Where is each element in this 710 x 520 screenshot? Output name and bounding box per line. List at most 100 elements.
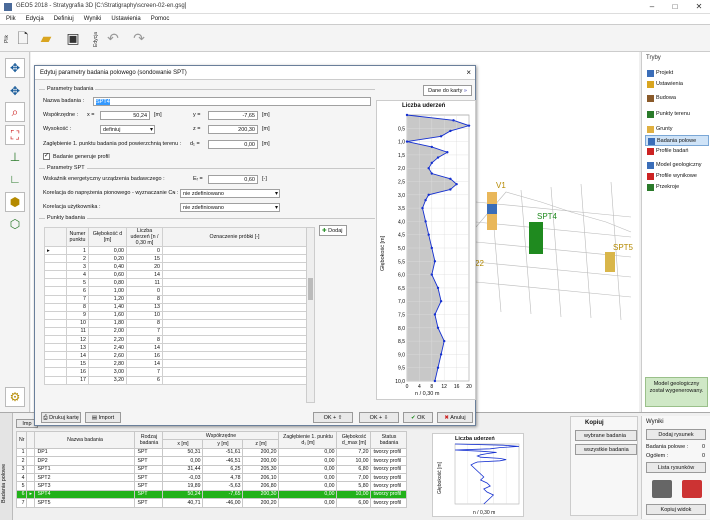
point-number[interactable]: 13 bbox=[66, 343, 89, 353]
mode-przekroje[interactable]: Przekroje bbox=[645, 182, 709, 193]
import-button[interactable]: ▤ Import bbox=[85, 412, 121, 423]
ok-plus-down-button[interactable]: OK + ⇩ bbox=[359, 412, 399, 423]
sample-mark[interactable] bbox=[162, 310, 307, 320]
point-row[interactable]: 3 0,40 20 bbox=[44, 262, 307, 272]
field-test-cell[interactable]: tworzy profil bbox=[370, 447, 408, 458]
ok-button[interactable]: ✔ OK bbox=[403, 412, 433, 423]
sample-mark[interactable] bbox=[162, 359, 307, 369]
point-number[interactable]: 7 bbox=[66, 294, 89, 304]
field-test-cell[interactable]: -0,03 bbox=[162, 472, 204, 483]
pan-tool-icon[interactable]: ✥ bbox=[5, 82, 25, 102]
field-test-cell[interactable]: 4,78 bbox=[202, 472, 244, 483]
menu-edycja[interactable]: Edycja bbox=[20, 14, 48, 22]
row-indicator[interactable] bbox=[44, 262, 67, 272]
cancel-button[interactable]: ✖ Anuluj bbox=[437, 412, 473, 423]
field-test-cell[interactable]: 19,89 bbox=[162, 481, 204, 491]
field-test-cell[interactable]: 6,00 bbox=[336, 498, 372, 508]
move-tool-icon[interactable]: ✥ bbox=[5, 58, 25, 78]
point-row[interactable]: 5 0,80 11 bbox=[44, 278, 307, 288]
row-indicator[interactable] bbox=[44, 310, 67, 320]
point-number[interactable]: 9 bbox=[66, 310, 89, 320]
field-test-cell[interactable] bbox=[26, 456, 36, 466]
add-figure-button[interactable]: Dodaj rysunek bbox=[646, 429, 706, 440]
field-test-cell[interactable]: tworzy profil bbox=[370, 498, 408, 508]
field-test-cell[interactable]: 200,30 bbox=[242, 489, 280, 500]
point-number[interactable]: 14 bbox=[66, 351, 89, 361]
height-mode-select[interactable]: definiuj bbox=[100, 125, 155, 134]
row-indicator[interactable] bbox=[44, 351, 67, 361]
row-indicator[interactable] bbox=[44, 367, 67, 377]
mode-grunty[interactable]: Grunty bbox=[645, 124, 709, 135]
field-test-cell[interactable]: 200,20 bbox=[242, 498, 280, 508]
row-indicator[interactable] bbox=[44, 318, 67, 328]
field-test-cell[interactable]: SPT5 bbox=[34, 498, 136, 508]
field-test-cell[interactable]: ▸ bbox=[26, 489, 36, 500]
mode-profile-wynikowe[interactable]: Profile wynikowe bbox=[645, 171, 709, 182]
sample-mark[interactable] bbox=[162, 335, 307, 345]
field-test-cell[interactable]: SPT bbox=[134, 481, 164, 491]
point-number[interactable]: 3 bbox=[66, 262, 89, 272]
field-test-cell[interactable]: 0,00 bbox=[278, 464, 338, 474]
point-depth[interactable]: 1,40 bbox=[88, 302, 127, 312]
sample-mark[interactable] bbox=[162, 294, 307, 304]
sample-mark[interactable] bbox=[162, 367, 307, 377]
sample-mark[interactable] bbox=[162, 351, 307, 361]
field-test-row[interactable]: 7 SPT5 SPT 40,71 -46,00 200,20 0,00 6,00 tworzy … bbox=[15, 498, 408, 508]
settings-gear-icon[interactable]: ⚙ bbox=[5, 387, 25, 407]
sample-mark[interactable] bbox=[162, 245, 307, 256]
field-test-cell[interactable]: SPT bbox=[134, 498, 164, 508]
point-row[interactable]: 2 0,20 15 bbox=[44, 254, 307, 264]
point-row[interactable]: 13 2,40 14 bbox=[44, 343, 307, 353]
field-test-cell[interactable]: SPT1 bbox=[34, 464, 136, 474]
point-count[interactable]: 20 bbox=[126, 262, 163, 272]
field-test-cell[interactable]: 7,20 bbox=[336, 447, 372, 458]
maximize-button[interactable]: □ bbox=[664, 0, 686, 14]
field-test-cell[interactable]: tworzy profil bbox=[370, 481, 408, 491]
save-icon[interactable]: ▣ bbox=[64, 29, 82, 47]
point-depth[interactable]: 0,80 bbox=[88, 278, 127, 288]
point-count[interactable]: 7 bbox=[126, 367, 163, 377]
field-test-cell[interactable]: 10,00 bbox=[336, 489, 372, 500]
point-number[interactable]: 2 bbox=[66, 254, 89, 264]
axis-2d-icon[interactable]: ∟ bbox=[5, 170, 25, 190]
row-indicator[interactable] bbox=[44, 254, 67, 264]
field-test-row[interactable]: 1 DP1 SPT 50,31 -51,61 200,20 0,00 7,20 tworzy p… bbox=[15, 447, 408, 458]
point-number[interactable]: 11 bbox=[66, 326, 89, 337]
point-depth[interactable]: 0,20 bbox=[88, 254, 127, 264]
mode-ustawienia[interactable]: Ustawienia bbox=[645, 79, 709, 90]
point-count[interactable]: 8 bbox=[126, 318, 163, 328]
row-indicator[interactable] bbox=[44, 375, 67, 385]
point-count[interactable]: 14 bbox=[126, 359, 163, 369]
point-row[interactable]: 7 1,20 8 bbox=[44, 294, 307, 304]
axes-icon[interactable]: ⊥ bbox=[5, 148, 25, 168]
field-test-cell[interactable]: 31,44 bbox=[162, 464, 204, 474]
field-test-cell[interactable] bbox=[26, 481, 36, 491]
zoom-tool-icon[interactable]: ⌕ bbox=[5, 102, 25, 122]
row-indicator[interactable] bbox=[44, 294, 67, 304]
field-test-cell[interactable]: SPT bbox=[134, 472, 164, 483]
bottom-side-tab[interactable]: Badania polowe bbox=[0, 413, 13, 520]
sample-mark[interactable] bbox=[162, 278, 307, 288]
copy-view-button[interactable]: Kopiuj widok bbox=[646, 504, 706, 515]
field-test-row[interactable]: 6 ▸ SPT4 SPT 50,24 -7,65 200,30 0,00 10,00 tworzy… bbox=[15, 489, 408, 500]
print-card-button[interactable]: ⎙ Drukuj kartę bbox=[41, 412, 81, 423]
point-number[interactable]: 8 bbox=[66, 302, 89, 312]
undo-icon[interactable]: ↶ bbox=[104, 29, 122, 47]
row-indicator[interactable] bbox=[44, 270, 67, 280]
field-test-cell[interactable]: tworzy profil bbox=[370, 489, 408, 500]
point-count[interactable]: 10 bbox=[126, 310, 163, 320]
sample-mark[interactable] bbox=[162, 254, 307, 264]
point-depth[interactable]: 2,40 bbox=[88, 343, 127, 353]
add-point-button[interactable]: ✚ Dodaj bbox=[319, 225, 347, 236]
field-test-cell[interactable]: SPT2 bbox=[34, 472, 136, 483]
sample-mark[interactable] bbox=[162, 286, 307, 296]
field-test-cell[interactable]: 2 bbox=[15, 456, 28, 466]
field-test-row[interactable]: 2 DP2 SPT 0,00 -46,51 200,00 0,00 10,00 tworzy p… bbox=[15, 456, 408, 466]
point-depth[interactable]: 2,80 bbox=[88, 359, 127, 369]
field-test-cell[interactable]: 200,00 bbox=[242, 456, 280, 466]
field-test-cell[interactable]: 4 bbox=[15, 472, 28, 483]
field-test-cell[interactable] bbox=[26, 498, 36, 508]
field-test-cell[interactable]: 0,00 bbox=[278, 447, 338, 458]
mode-model-geologiczny[interactable]: Model geologiczny bbox=[645, 160, 709, 171]
point-row[interactable]: 12 2,20 8 bbox=[44, 335, 307, 345]
